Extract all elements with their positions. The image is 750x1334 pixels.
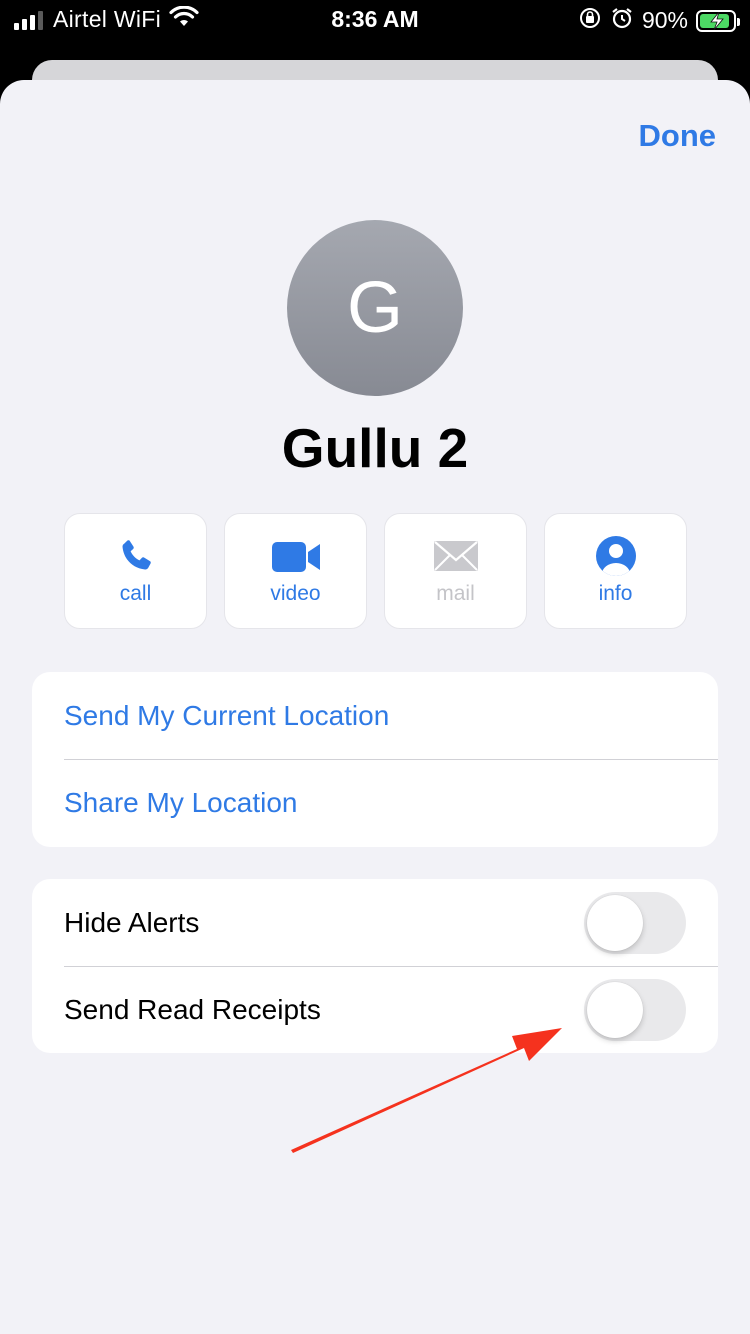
location-group: Send My Current Location Share My Locati… (32, 672, 718, 847)
mail-label: mail (436, 582, 475, 605)
contact-details-sheet: Done G Gullu 2 call video mail info Send… (0, 80, 750, 1334)
call-button[interactable]: call (64, 513, 207, 629)
send-read-receipts-row: Send Read Receipts (32, 966, 718, 1053)
battery-charging-icon (696, 9, 740, 32)
mail-button[interactable]: mail (384, 513, 527, 629)
hide-alerts-label: Hide Alerts (64, 906, 200, 938)
divider (64, 759, 718, 760)
status-bar: Airtel WiFi 8:36 AM 90% (0, 0, 750, 40)
settings-group: Hide Alerts Send Read Receipts (32, 879, 718, 1053)
status-right: 90% (578, 6, 740, 35)
hide-alerts-row: Hide Alerts (32, 879, 718, 966)
call-label: call (119, 582, 152, 605)
video-camera-icon (271, 542, 320, 572)
envelope-icon (433, 541, 478, 571)
hide-alerts-toggle[interactable] (584, 892, 686, 954)
person-icon (595, 536, 636, 576)
divider (64, 966, 718, 967)
contact-name: Gullu 2 (281, 417, 469, 479)
battery-percent: 90% (641, 7, 688, 33)
share-location-label: Share My Location (64, 786, 298, 818)
send-current-location-button[interactable]: Send My Current Location (32, 672, 718, 759)
avatar: G (287, 220, 463, 396)
quick-actions: call video mail info (64, 513, 687, 629)
send-read-receipts-label: Send Read Receipts (64, 993, 321, 1025)
orientation-lock-icon (578, 6, 602, 35)
done-button[interactable]: Done (639, 118, 717, 154)
send-read-receipts-toggle[interactable] (584, 979, 686, 1041)
video-label: video (270, 582, 321, 605)
phone-icon (122, 540, 151, 570)
avatar-initial: G (346, 268, 403, 348)
share-location-button[interactable]: Share My Location (32, 759, 718, 846)
info-button[interactable]: info (544, 513, 687, 629)
video-button[interactable]: video (224, 513, 367, 629)
info-label: info (598, 582, 633, 605)
alarm-icon (610, 6, 634, 35)
